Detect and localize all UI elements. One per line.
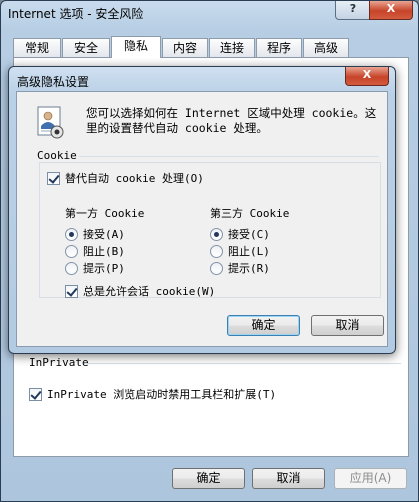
inprivate-toolbar-option[interactable]: InPrivate 浏览启动时禁用工具栏和扩展(T) xyxy=(29,386,276,402)
third-party-block-label: 阻止(L) xyxy=(228,245,270,258)
window-title: Internet 选项 - 安全风险 xyxy=(8,7,144,21)
inprivate-checkbox-label: InPrivate 浏览启动时禁用工具栏和扩展(T) xyxy=(47,388,277,401)
first-party-header: 第一方 Cookie xyxy=(65,207,145,220)
window-close-button[interactable]: X xyxy=(369,1,413,20)
ok-button[interactable]: 确定 xyxy=(172,468,245,489)
third-party-header: 第三方 Cookie xyxy=(210,207,290,220)
check-icon[interactable] xyxy=(65,284,78,298)
allow-session-cookie-option[interactable]: 总是允许会话 cookie(W) xyxy=(65,283,215,299)
dialog-cancel-button[interactable]: 取消 xyxy=(311,315,384,336)
inprivate-group-label: InPrivate xyxy=(29,356,89,369)
override-auto-cookie-option[interactable]: 替代自动 cookie 处理(O) xyxy=(47,170,204,186)
session-checkbox-label: 总是允许会话 cookie(W) xyxy=(83,285,216,298)
first-party-prompt-label: 提示(P) xyxy=(83,262,125,275)
third-party-accept-option[interactable]: 接受(C) xyxy=(210,226,270,242)
check-icon[interactable] xyxy=(29,387,42,401)
cookie-section-label: Cookie xyxy=(37,149,77,162)
third-party-prompt-option[interactable]: 提示(R) xyxy=(210,260,270,276)
intro-text: 您可以选择如何在 Internet 区域中处理 cookie。这里的设置替代自动… xyxy=(86,106,377,135)
first-party-accept-label: 接受(A) xyxy=(83,228,125,241)
first-party-block-option[interactable]: 阻止(B) xyxy=(65,243,125,259)
dialog-title: 高级隐私设置 xyxy=(17,75,90,89)
tab-security[interactable]: 安全 xyxy=(62,38,110,57)
third-party-block-option[interactable]: 阻止(L) xyxy=(210,243,270,259)
third-party-accept-label: 接受(C) xyxy=(228,228,270,241)
cancel-button[interactable]: 取消 xyxy=(252,468,325,489)
tab-privacy[interactable]: 隐私 xyxy=(111,36,161,58)
check-icon[interactable] xyxy=(47,171,60,185)
first-party-block-label: 阻止(B) xyxy=(83,245,125,258)
tab-general[interactable]: 常规 xyxy=(13,38,61,57)
dialog-body: 您可以选择如何在 Internet 区域中处理 cookie。这里的设置替代自动… xyxy=(16,91,388,347)
radio-dot-icon[interactable] xyxy=(210,227,223,241)
third-party-prompt-label: 提示(R) xyxy=(228,262,270,275)
radio-icon[interactable] xyxy=(65,244,78,258)
tab-programs[interactable]: 程序 xyxy=(256,38,302,57)
radio-dot-icon[interactable] xyxy=(65,227,78,241)
dialog-ok-button[interactable]: 确定 xyxy=(227,315,300,336)
group-divider xyxy=(85,363,401,364)
tab-connections[interactable]: 连接 xyxy=(209,38,255,57)
tab-advanced[interactable]: 高级 xyxy=(303,38,349,57)
privacy-certificate-icon xyxy=(37,106,64,139)
section-divider xyxy=(79,156,379,157)
radio-icon[interactable] xyxy=(210,244,223,258)
first-party-prompt-option[interactable]: 提示(P) xyxy=(65,260,125,276)
advanced-privacy-dialog: 高级隐私设置 X 您可以选择如何在 Internet 区域中处理 cookie。… xyxy=(8,66,396,354)
help-button[interactable]: ? xyxy=(335,1,371,20)
override-checkbox-label: 替代自动 cookie 处理(O) xyxy=(65,172,204,185)
radio-icon[interactable] xyxy=(65,261,78,275)
first-party-accept-option[interactable]: 接受(A) xyxy=(65,226,125,242)
apply-button[interactable]: 应用(A) xyxy=(334,468,407,489)
radio-icon[interactable] xyxy=(210,261,223,275)
tab-content[interactable]: 内容 xyxy=(162,38,208,57)
dialog-close-button[interactable]: X xyxy=(345,67,389,86)
